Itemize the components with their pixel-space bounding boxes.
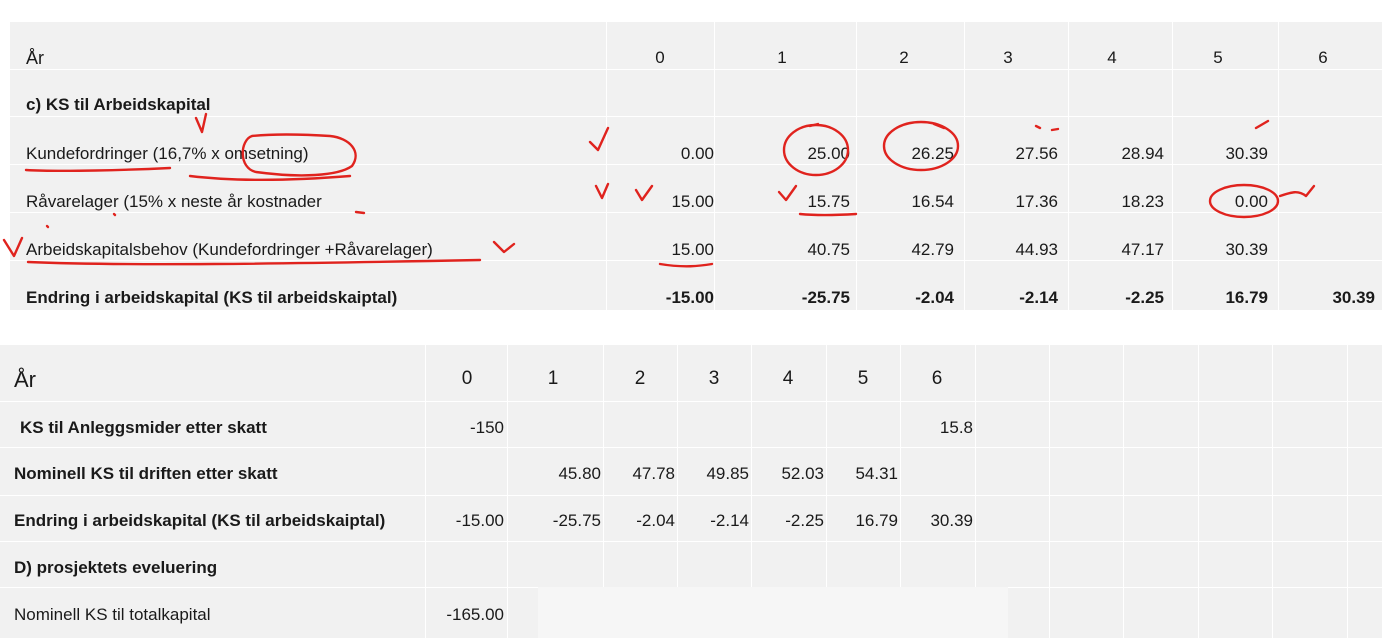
cell-endring-6: 30.39 bbox=[1332, 288, 1375, 307]
row-label-endring: Endring i arbeidskapital (KS til arbeids… bbox=[26, 288, 398, 307]
cell-endring-4: -2.25 bbox=[1125, 288, 1164, 307]
cell-ravare-1: 15.75 bbox=[807, 192, 850, 211]
cell-ravare-3: 17.36 bbox=[1015, 192, 1058, 211]
year-header-4: 4 bbox=[1107, 48, 1117, 67]
cell-kunde-1: 25.00 bbox=[807, 144, 850, 163]
t2-year-header-3: 3 bbox=[708, 368, 720, 389]
t2-year-header-6: 6 bbox=[931, 368, 943, 389]
row-label-evaluering: D) prosjektets eveluering bbox=[14, 558, 218, 577]
year-header-0: 0 bbox=[655, 48, 665, 67]
t2-year-header-2: 2 bbox=[634, 368, 646, 389]
t2-anlegg-6: 15.8 bbox=[939, 418, 973, 437]
row-label-kundefordringer: Kundefordringer (16,7% x omsetning) bbox=[26, 144, 309, 163]
cell-endring-1: -25.75 bbox=[801, 288, 850, 307]
t2-year-header-5: 5 bbox=[857, 368, 869, 389]
cell-kunde-3: 27.56 bbox=[1015, 144, 1058, 163]
year-header-label-2: År bbox=[14, 367, 36, 392]
cell-kunde-0: 0.00 bbox=[680, 144, 714, 163]
cell-kunde-2: 26.25 bbox=[911, 144, 954, 163]
cell-behov-0: 15.00 bbox=[671, 240, 714, 259]
row-label-ravarelager: Råvarelager (15% x neste år kostnader bbox=[26, 192, 322, 211]
cell-endring-2: -2.04 bbox=[915, 288, 954, 307]
cell-ravare-5: 0.00 bbox=[1234, 192, 1268, 211]
t2-total-0: -165.00 bbox=[446, 605, 504, 624]
cell-behov-2: 42.79 bbox=[911, 240, 954, 259]
year-header-label: År bbox=[26, 48, 44, 68]
cell-kunde-5: 30.39 bbox=[1225, 144, 1268, 163]
cell-endring-3: -2.14 bbox=[1019, 288, 1058, 307]
t2-driften-5: 54.31 bbox=[855, 464, 898, 483]
cell-ravare-0: 15.00 bbox=[671, 192, 714, 211]
row-label-totalkapital: Nominell KS til totalkapital bbox=[14, 605, 211, 624]
row-label-arbeidskapitalsbehov: Arbeidskapitalsbehov (Kundefordringer +R… bbox=[26, 240, 433, 259]
cell-kunde-4: 28.94 bbox=[1121, 144, 1164, 163]
row-label-anleggsmider: KS til Anleggsmider etter skatt bbox=[20, 418, 267, 437]
t2-year-header-1: 1 bbox=[547, 368, 559, 389]
cell-behov-4: 47.17 bbox=[1121, 240, 1164, 259]
year-header-1: 1 bbox=[777, 48, 787, 67]
t2-year-header-4: 4 bbox=[782, 368, 794, 389]
year-header-6: 6 bbox=[1318, 48, 1328, 67]
year-header-2: 2 bbox=[899, 48, 909, 67]
t2-year-header-0: 0 bbox=[461, 368, 473, 389]
t2-anlegg-0: -150 bbox=[469, 418, 504, 437]
section-title: c) KS til Arbeidskapital bbox=[26, 95, 211, 114]
year-header-5: 5 bbox=[1213, 48, 1223, 67]
cell-behov-3: 44.93 bbox=[1015, 240, 1058, 259]
cell-ravare-4: 18.23 bbox=[1121, 192, 1164, 211]
table-row bbox=[10, 69, 1382, 117]
cell-endring-0: -15.00 bbox=[665, 288, 714, 307]
row-label-driften: Nominell KS til driften etter skatt bbox=[14, 464, 278, 483]
t2-endring-0: -15.00 bbox=[455, 511, 504, 530]
cell-endring-5: 16.79 bbox=[1225, 288, 1268, 307]
t2-endring-6: 30.39 bbox=[930, 511, 973, 530]
cell-behov-5: 30.39 bbox=[1225, 240, 1268, 259]
row-label-endring-2: Endring i arbeidskapital (KS til arbeids… bbox=[14, 511, 386, 530]
cell-behov-1: 40.75 bbox=[807, 240, 850, 259]
cell-ravare-2: 16.54 bbox=[911, 192, 954, 211]
year-header-3: 3 bbox=[1003, 48, 1013, 67]
